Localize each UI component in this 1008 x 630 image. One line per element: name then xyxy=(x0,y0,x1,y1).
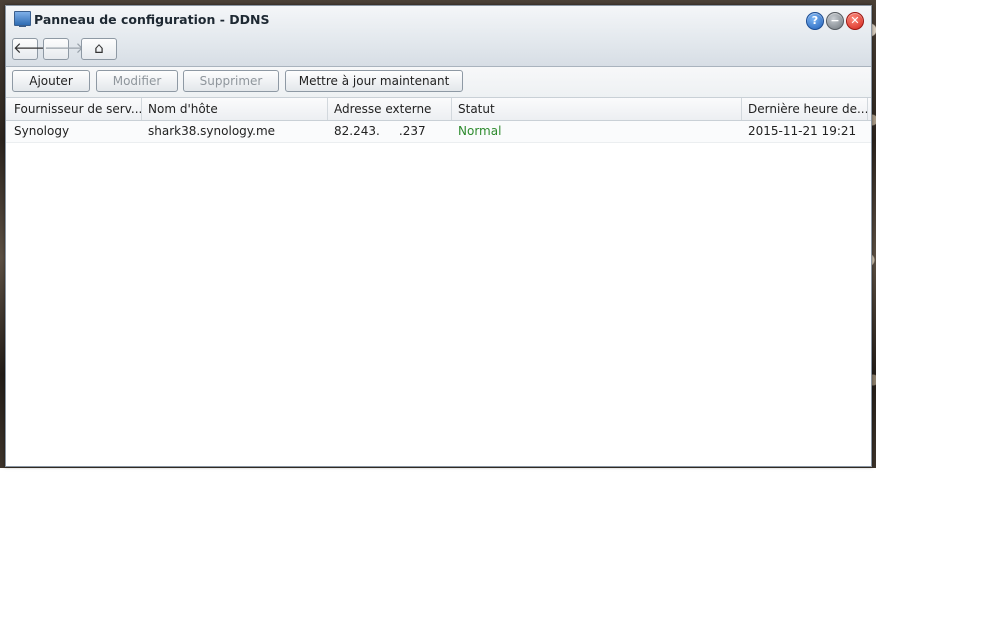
delete-button[interactable]: Supprimer xyxy=(183,70,279,92)
cell-last-update: 2015-11-21 19:21 xyxy=(748,124,857,138)
column-header-external-address[interactable]: Adresse externe xyxy=(328,98,452,120)
window-title: Panneau de configuration - DDNS xyxy=(34,12,270,27)
cell-provider: Synology xyxy=(14,124,70,138)
table-header: Fournisseur de serv... Nom d'hôte Adress… xyxy=(6,98,871,121)
title-bar: Panneau de configuration - DDNS ? − ✕ 🡐 … xyxy=(6,6,871,67)
cell-external-address: 82.243. .237 xyxy=(334,124,426,138)
home-icon: ⌂ xyxy=(94,39,104,57)
update-now-button[interactable]: Mettre à jour maintenant xyxy=(285,70,463,92)
action-toolbar: Ajouter Modifier Supprimer Mettre à jour… xyxy=(6,67,871,98)
ddns-window: Panneau de configuration - DDNS ? − ✕ 🡐 … xyxy=(5,5,872,467)
table-row[interactable]: Synology shark38.synology.me 82.243. .23… xyxy=(6,121,871,143)
help-button[interactable]: ? xyxy=(806,12,824,30)
column-header-status[interactable]: Statut xyxy=(452,98,742,120)
cell-hostname: shark38.synology.me xyxy=(148,124,276,138)
column-header-hostname[interactable]: Nom d'hôte xyxy=(142,98,328,120)
control-panel-icon xyxy=(14,11,31,27)
home-button[interactable]: ⌂ xyxy=(81,38,117,60)
close-button[interactable]: ✕ xyxy=(846,12,864,30)
column-header-provider[interactable]: Fournisseur de serv... xyxy=(8,98,142,120)
column-header-last-update[interactable]: Dernière heure de... xyxy=(742,98,868,120)
minimize-button[interactable]: − xyxy=(826,12,844,30)
arrow-right-icon: 🡒 xyxy=(44,39,85,57)
back-button[interactable]: 🡐 xyxy=(12,38,53,60)
forward-button[interactable]: 🡒 xyxy=(43,38,84,60)
edit-button[interactable]: Modifier xyxy=(96,70,178,92)
cell-status: Normal xyxy=(458,124,502,138)
add-button[interactable]: Ajouter xyxy=(12,70,90,92)
